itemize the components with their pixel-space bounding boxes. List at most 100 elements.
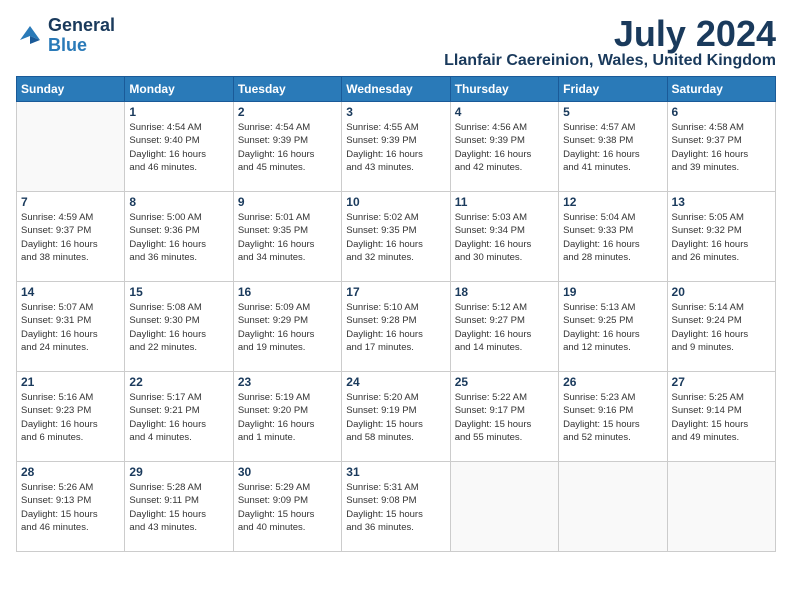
day-number: 11 [455, 195, 554, 209]
day-number: 8 [129, 195, 228, 209]
day-cell: 23Sunrise: 5:19 AM Sunset: 9:20 PM Dayli… [233, 372, 341, 462]
day-number: 9 [238, 195, 337, 209]
day-number: 15 [129, 285, 228, 299]
col-header-tuesday: Tuesday [233, 77, 341, 102]
day-cell: 21 Sunrise: 5:16 AM Sunset: 9:23 PM Dayli… [17, 372, 125, 462]
day-cell: 15 Sunrise: 5:08 AM Sunset: 9:30 PM Dayli… [125, 282, 233, 372]
day-cell [559, 462, 667, 552]
day-detail: Sunrise: 4:57 AM Sunset: 9:38 PM Dayligh… [563, 121, 662, 174]
week-row-5: 28 Sunrise: 5:26 AM Sunset: 9:13 PM Dayli… [17, 462, 776, 552]
day-cell: 27 Sunrise: 5:25 AM Sunset: 9:14 PM Dayli… [667, 372, 775, 462]
day-number: 21 [21, 375, 120, 389]
day-cell: 1Sunrise: 4:54 AM Sunset: 9:40 PM Daylig… [125, 102, 233, 192]
logo-line1: General [48, 16, 115, 36]
day-detail: Sunrise: 5:00 AM Sunset: 9:36 PM Dayligh… [129, 211, 228, 264]
day-cell: 14 Sunrise: 5:07 AM Sunset: 9:31 PM Dayli… [17, 282, 125, 372]
day-number: 16 [238, 285, 337, 299]
day-detail: Sunrise: 4:54 AM Sunset: 9:39 PM Dayligh… [238, 121, 337, 174]
logo-text: General Blue [48, 16, 115, 56]
day-detail: Sunrise: 4:54 AM Sunset: 9:40 PM Dayligh… [129, 121, 228, 174]
day-number: 19 [563, 285, 662, 299]
day-cell: 10Sunrise: 5:02 AM Sunset: 9:35 PM Dayli… [342, 192, 450, 282]
day-number: 3 [346, 105, 445, 119]
column-headers: SundayMondayTuesdayWednesdayThursdayFrid… [17, 77, 776, 102]
day-number: 13 [672, 195, 771, 209]
day-detail: Sunrise: 5:26 AM Sunset: 9:13 PM Dayligh… [21, 481, 120, 534]
day-cell: 20Sunrise: 5:14 AM Sunset: 9:24 PM Dayli… [667, 282, 775, 372]
day-number: 5 [563, 105, 662, 119]
day-detail: Sunrise: 5:08 AM Sunset: 9:30 PM Dayligh… [129, 301, 228, 354]
day-number: 14 [21, 285, 120, 299]
day-detail: Sunrise: 5:04 AM Sunset: 9:33 PM Dayligh… [563, 211, 662, 264]
week-row-1: 1Sunrise: 4:54 AM Sunset: 9:40 PM Daylig… [17, 102, 776, 192]
day-detail: Sunrise: 5:28 AM Sunset: 9:11 PM Dayligh… [129, 481, 228, 534]
day-number: 27 [672, 375, 771, 389]
day-detail: Sunrise: 4:55 AM Sunset: 9:39 PM Dayligh… [346, 121, 445, 174]
col-header-thursday: Thursday [450, 77, 558, 102]
week-row-4: 21 Sunrise: 5:16 AM Sunset: 9:23 PM Dayli… [17, 372, 776, 462]
day-detail: Sunrise: 5:07 AM Sunset: 9:31 PM Dayligh… [21, 301, 120, 354]
day-detail: Sunrise: 5:09 AM Sunset: 9:29 PM Dayligh… [238, 301, 337, 354]
day-cell: 11 Sunrise: 5:03 AM Sunset: 9:34 PM Dayli… [450, 192, 558, 282]
day-cell: 6Sunrise: 4:58 AM Sunset: 9:37 PM Daylig… [667, 102, 775, 192]
day-detail: Sunrise: 5:14 AM Sunset: 9:24 PM Dayligh… [672, 301, 771, 354]
calendar-table: SundayMondayTuesdayWednesdayThursdayFrid… [16, 76, 776, 552]
day-detail: Sunrise: 5:23 AM Sunset: 9:16 PM Dayligh… [563, 391, 662, 444]
day-number: 7 [21, 195, 120, 209]
day-cell: 5 Sunrise: 4:57 AM Sunset: 9:38 PM Daylig… [559, 102, 667, 192]
day-number: 2 [238, 105, 337, 119]
day-detail: Sunrise: 5:20 AM Sunset: 9:19 PM Dayligh… [346, 391, 445, 444]
day-cell: 22 Sunrise: 5:17 AM Sunset: 9:21 PM Dayli… [125, 372, 233, 462]
calendar-body: 1Sunrise: 4:54 AM Sunset: 9:40 PM Daylig… [17, 102, 776, 552]
day-cell: 30 Sunrise: 5:29 AM Sunset: 9:09 PM Dayli… [233, 462, 341, 552]
day-cell: 18 Sunrise: 5:12 AM Sunset: 9:27 PM Dayli… [450, 282, 558, 372]
day-cell: 3 Sunrise: 4:55 AM Sunset: 9:39 PM Daylig… [342, 102, 450, 192]
day-number: 25 [455, 375, 554, 389]
day-detail: Sunrise: 4:59 AM Sunset: 9:37 PM Dayligh… [21, 211, 120, 264]
location: Llanfair Caereinion, Wales, United Kingd… [444, 52, 776, 70]
day-detail: Sunrise: 5:01 AM Sunset: 9:35 PM Dayligh… [238, 211, 337, 264]
title-block: July 2024 Llanfair Caereinion, Wales, Un… [444, 16, 776, 70]
day-cell: 19Sunrise: 5:13 AM Sunset: 9:25 PM Dayli… [559, 282, 667, 372]
day-cell: 16 Sunrise: 5:09 AM Sunset: 9:29 PM Dayli… [233, 282, 341, 372]
day-detail: Sunrise: 5:22 AM Sunset: 9:17 PM Dayligh… [455, 391, 554, 444]
day-detail: Sunrise: 5:12 AM Sunset: 9:27 PM Dayligh… [455, 301, 554, 354]
day-cell: 26Sunrise: 5:23 AM Sunset: 9:16 PM Dayli… [559, 372, 667, 462]
day-number: 6 [672, 105, 771, 119]
day-cell: 9 Sunrise: 5:01 AM Sunset: 9:35 PM Daylig… [233, 192, 341, 282]
day-cell: 29 Sunrise: 5:28 AM Sunset: 9:11 PM Dayli… [125, 462, 233, 552]
day-cell: 28 Sunrise: 5:26 AM Sunset: 9:13 PM Dayli… [17, 462, 125, 552]
col-header-monday: Monday [125, 77, 233, 102]
day-number: 10 [346, 195, 445, 209]
day-detail: Sunrise: 4:56 AM Sunset: 9:39 PM Dayligh… [455, 121, 554, 174]
day-detail: Sunrise: 5:31 AM Sunset: 9:08 PM Dayligh… [346, 481, 445, 534]
day-number: 12 [563, 195, 662, 209]
day-cell: 13 Sunrise: 5:05 AM Sunset: 9:32 PM Dayli… [667, 192, 775, 282]
day-detail: Sunrise: 5:25 AM Sunset: 9:14 PM Dayligh… [672, 391, 771, 444]
col-header-saturday: Saturday [667, 77, 775, 102]
day-number: 22 [129, 375, 228, 389]
day-number: 4 [455, 105, 554, 119]
day-cell: 4 Sunrise: 4:56 AM Sunset: 9:39 PM Daylig… [450, 102, 558, 192]
day-cell: 2 Sunrise: 4:54 AM Sunset: 9:39 PM Daylig… [233, 102, 341, 192]
day-cell [17, 102, 125, 192]
day-cell: 12 Sunrise: 5:04 AM Sunset: 9:33 PM Dayli… [559, 192, 667, 282]
col-header-sunday: Sunday [17, 77, 125, 102]
logo-line2: Blue [48, 36, 115, 56]
day-number: 18 [455, 285, 554, 299]
day-detail: Sunrise: 5:17 AM Sunset: 9:21 PM Dayligh… [129, 391, 228, 444]
page-header: General Blue July 2024 Llanfair Caereini… [16, 16, 776, 70]
day-number: 31 [346, 465, 445, 479]
logo: General Blue [16, 16, 115, 56]
day-cell: 31 Sunrise: 5:31 AM Sunset: 9:08 PM Dayli… [342, 462, 450, 552]
day-detail: Sunrise: 5:29 AM Sunset: 9:09 PM Dayligh… [238, 481, 337, 534]
day-number: 28 [21, 465, 120, 479]
day-detail: Sunrise: 5:16 AM Sunset: 9:23 PM Dayligh… [21, 391, 120, 444]
day-number: 30 [238, 465, 337, 479]
day-cell [450, 462, 558, 552]
day-detail: Sunrise: 5:03 AM Sunset: 9:34 PM Dayligh… [455, 211, 554, 264]
day-detail: Sunrise: 5:19 AM Sunset: 9:20 PM Dayligh… [238, 391, 337, 444]
day-detail: Sunrise: 5:05 AM Sunset: 9:32 PM Dayligh… [672, 211, 771, 264]
day-cell [667, 462, 775, 552]
day-number: 29 [129, 465, 228, 479]
